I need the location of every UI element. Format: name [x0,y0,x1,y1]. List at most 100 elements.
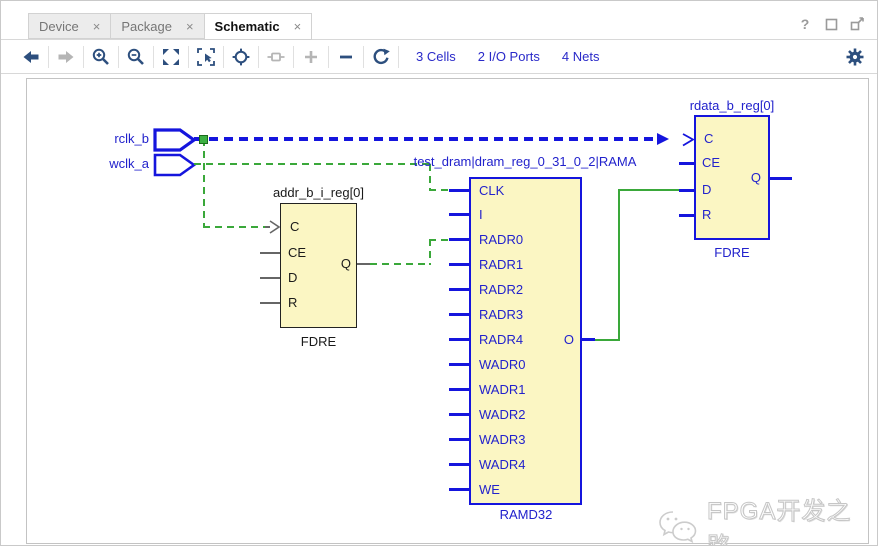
net-addr-q[interactable] [370,263,430,265]
port-label-wclk-a: wclk_a [81,156,149,171]
toolbar-separator [153,46,154,68]
ram-pin-radr1[interactable]: RADR1 [479,257,523,273]
regenerate-layout-button[interactable] [367,44,395,70]
close-icon[interactable]: × [93,19,101,34]
collapse-levels-button[interactable] [332,44,360,70]
expand-cone-button [262,44,290,70]
pin-stub [449,338,469,341]
nav-forward-button [52,44,80,70]
schematic-canvas[interactable]: rclk_b wclk_a [26,78,869,544]
toolbar-separator [363,46,364,68]
tab-package-label: Package [121,19,172,34]
float-window-icon[interactable] [849,16,865,32]
rdata-pin-ce[interactable]: CE [702,155,720,171]
cell-title-ram[interactable]: test_dram|dram_reg_0_31_0_2|RAMA [395,154,655,169]
rdata-pin-d[interactable]: D [702,182,711,198]
tab-schematic[interactable]: Schematic × [204,13,313,40]
addr-pin-ce[interactable]: CE [288,245,306,261]
ram-pin-radr0[interactable]: RADR0 [479,232,523,248]
ram-pin-wadr4[interactable]: WADR4 [479,457,525,473]
net-wclk-a-branch[interactable] [203,139,205,227]
ram-pin-wadr2[interactable]: WADR2 [479,407,525,423]
zoom-out-button[interactable] [122,44,150,70]
autofit-selection-button[interactable] [227,44,255,70]
schematic-stats: 3 Cells 2 I/O Ports 4 Nets [416,49,599,64]
schematic-toolbar: 3 Cells 2 I/O Ports 4 Nets [1,40,878,73]
addr-pin-q[interactable]: Q [327,256,351,272]
ram-pin-wadr1[interactable]: WADR1 [479,382,525,398]
rdata-pin-c[interactable]: C [704,131,713,147]
close-icon[interactable]: × [294,19,302,34]
pin-stub [449,463,469,466]
pin-stub [449,488,469,491]
net-junction [199,135,208,144]
settings-gear-icon[interactable] [846,48,864,66]
zoom-fit-button[interactable] [157,44,185,70]
pin-stub [449,213,469,216]
rdata-pin-r[interactable]: R [702,207,711,223]
pin-stub [679,214,694,217]
net-ram-o[interactable] [618,189,679,191]
pin-stub [679,189,694,192]
net-wclk-a-branch[interactable] [203,226,265,228]
pin-stub [449,363,469,366]
ram-pin-wadr3[interactable]: WADR3 [479,432,525,448]
pin-stub [449,388,469,391]
net-rclk-b[interactable] [194,137,657,141]
wechat-logo-icon [657,508,699,544]
cell-type-addr: FDRE [283,334,354,349]
pin-stub [449,313,469,316]
toolbar-separator [258,46,259,68]
ram-pin-we[interactable]: WE [479,482,500,498]
pin-stub [449,189,469,192]
pin-stub [357,263,370,265]
net-ram-o[interactable] [618,189,620,341]
tab-device-label: Device [39,19,79,34]
pin-stub [260,302,280,304]
addr-pin-d[interactable]: D [288,270,297,286]
toolbar-separator [398,46,399,68]
ram-pin-radr2[interactable]: RADR2 [479,282,523,298]
close-icon[interactable]: × [186,19,194,34]
ram-pin-wadr0[interactable]: WADR0 [479,357,525,373]
pin-stub [582,338,595,341]
tab-device[interactable]: Device × [28,13,110,39]
ram-pin-o[interactable]: O [552,332,574,348]
pin-stub [260,252,280,254]
maximize-icon[interactable] [823,16,839,32]
zoom-in-button[interactable] [87,44,115,70]
pin-stub [449,288,469,291]
help-icon[interactable]: ? [797,16,813,32]
zoom-to-selection-button[interactable] [192,44,220,70]
nets-count-link[interactable]: 4 Nets [562,49,600,64]
toolbar-separator [293,46,294,68]
pin-stub [449,238,469,241]
net-addr-q[interactable] [429,239,450,241]
watermark: FPGA开发之路 [657,491,868,546]
cells-count-link[interactable]: 3 Cells [416,49,456,64]
ram-pin-clk[interactable]: CLK [479,183,504,199]
addr-pin-r[interactable]: R [288,295,297,311]
cell-title-rdata-b-reg[interactable]: rdata_b_reg[0] [667,98,797,113]
pin-stub [770,177,792,180]
ram-pin-radr4[interactable]: RADR4 [479,332,523,348]
io-ports-count-link[interactable]: 2 I/O Ports [478,49,540,64]
net-addr-q[interactable] [429,239,431,265]
tab-package[interactable]: Package × [110,13,203,39]
rdata-pin-q[interactable]: Q [737,170,761,186]
cell-type-rdata: FDRE [697,245,767,260]
ram-pin-i[interactable]: I [479,207,483,223]
pin-stub [260,277,280,279]
net-wclk-a[interactable] [429,189,450,191]
tab-schematic-label: Schematic [215,19,280,34]
input-port-rclk-b[interactable] [153,128,197,152]
toolbar-divider [1,73,878,74]
net-ram-o[interactable] [594,339,620,341]
expand-levels-button [297,44,325,70]
toolbar-separator [48,46,49,68]
nav-back-button[interactable] [17,44,45,70]
ram-pin-radr3[interactable]: RADR3 [479,307,523,323]
cell-title-addr-b-i-reg[interactable]: addr_b_i_reg[0] [253,185,384,200]
addr-pin-c[interactable]: C [290,219,299,235]
input-port-wclk-a[interactable] [153,153,197,177]
